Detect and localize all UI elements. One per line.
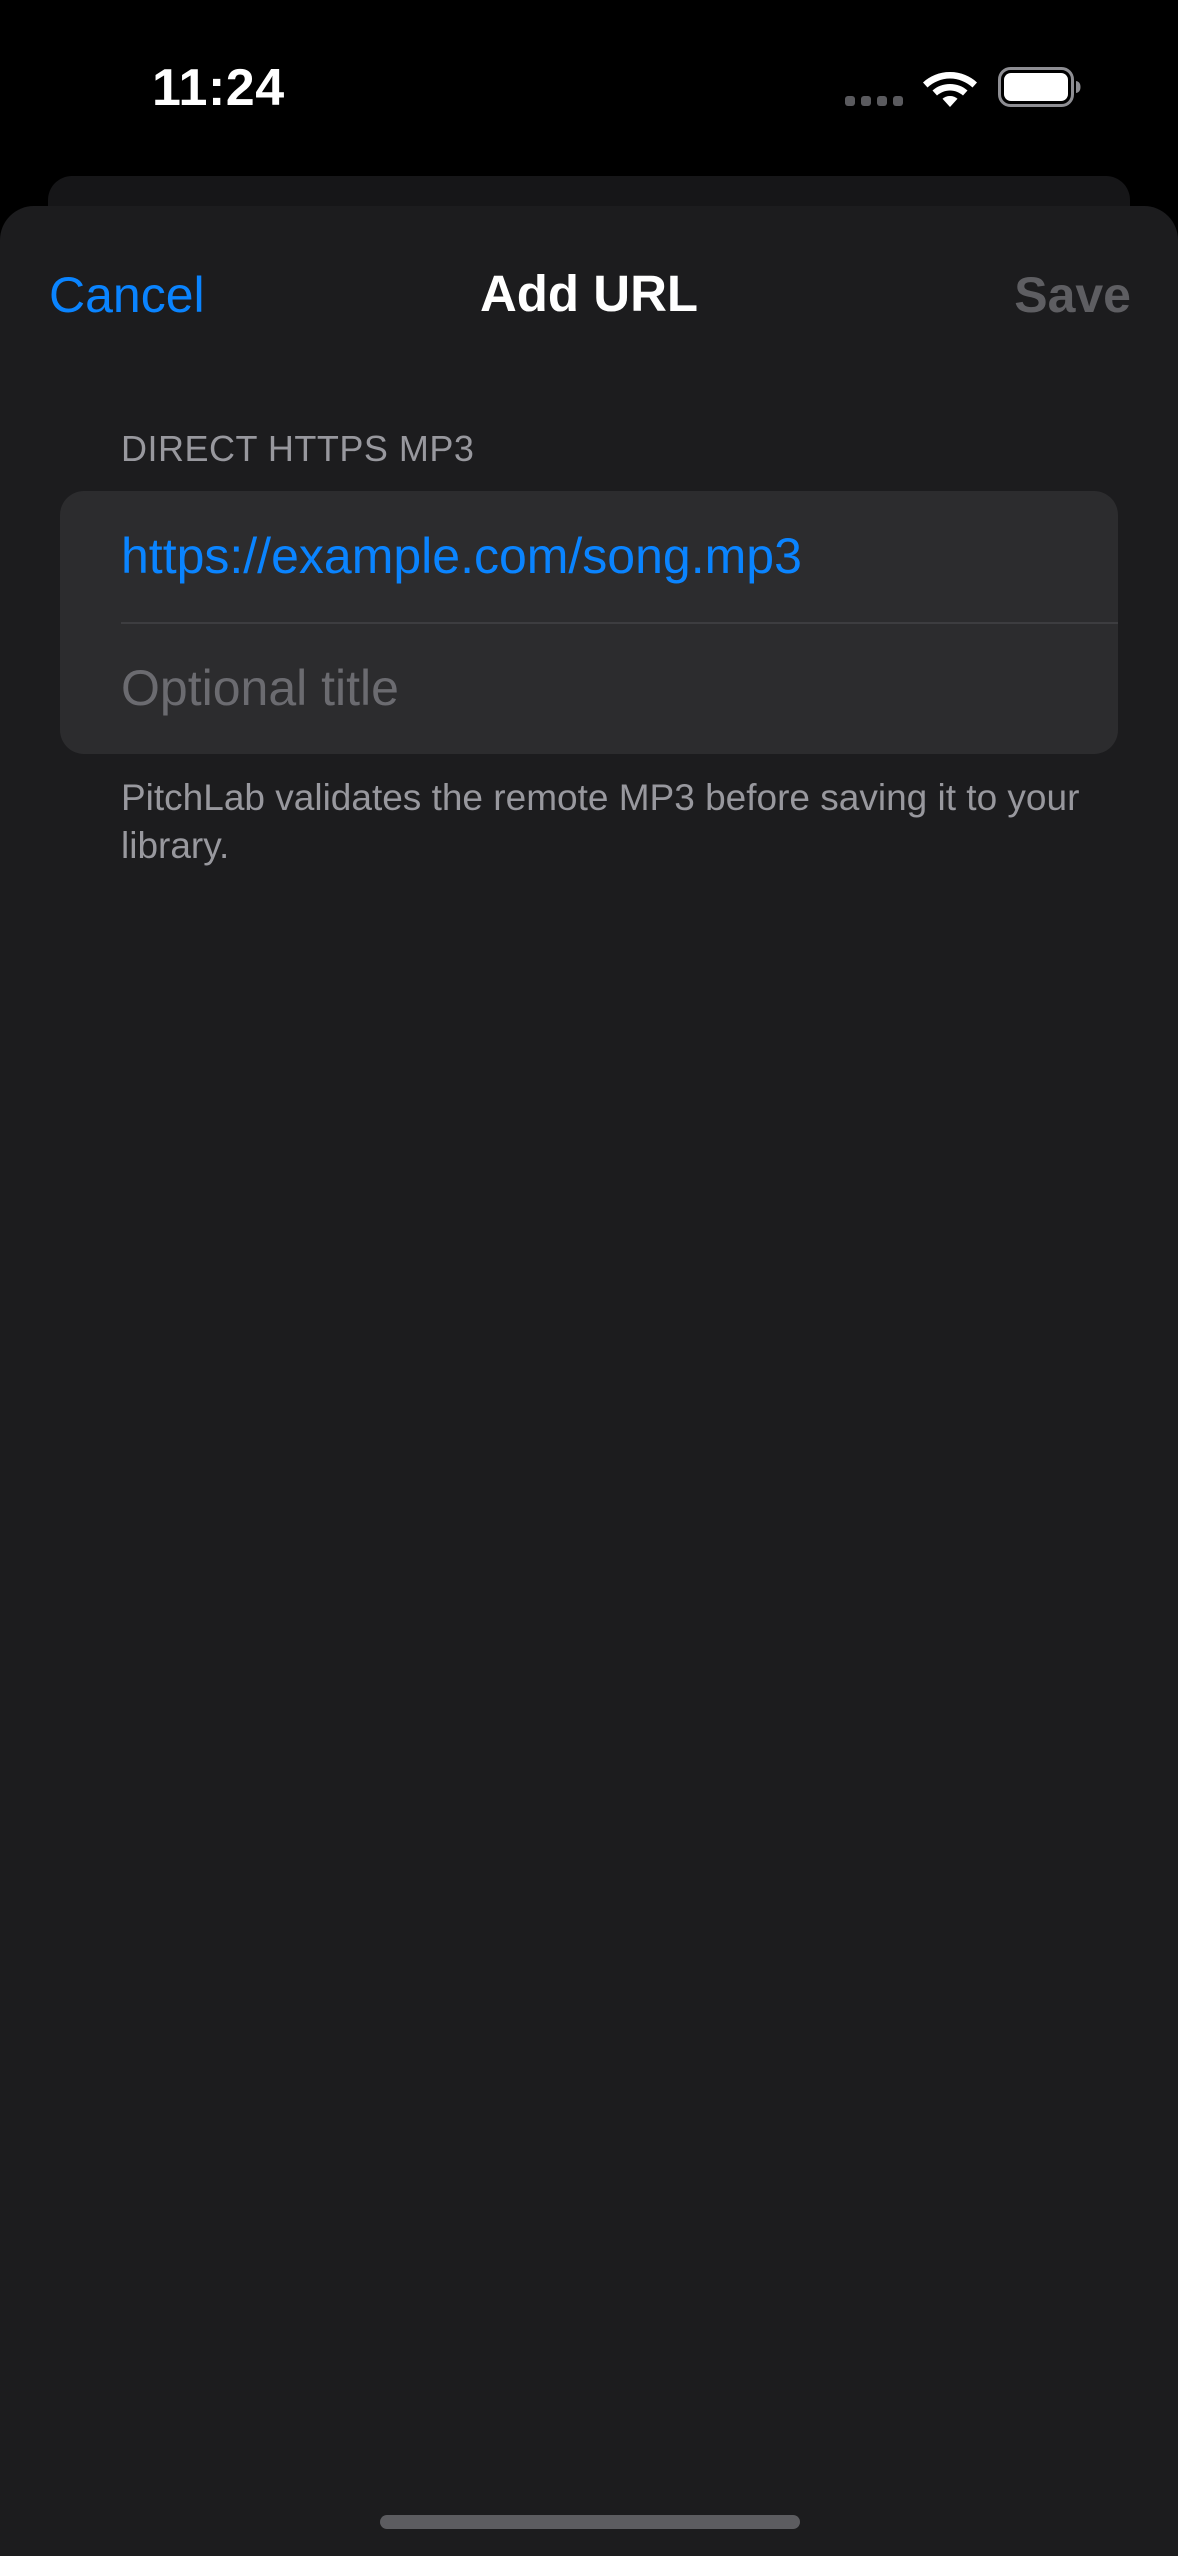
title-input[interactable] xyxy=(121,623,1101,753)
section-footer: PitchLab validates the remote MP3 before… xyxy=(121,777,1080,866)
home-indicator[interactable] xyxy=(380,2515,800,2529)
status-bar: 11:24 xyxy=(0,0,1178,170)
cancel-button[interactable]: Cancel xyxy=(49,266,205,324)
save-button[interactable]: Save xyxy=(1014,266,1131,324)
cellular-signal-icon xyxy=(845,96,905,106)
status-time: 11:24 xyxy=(152,59,285,117)
section-header: DIRECT HTTPS MP3 xyxy=(121,428,475,469)
screen: 11:24 Add URL Cancel Save DIRECT HTTPS M… xyxy=(0,0,1178,2556)
battery-icon xyxy=(998,67,1081,107)
url-form-group xyxy=(60,491,1118,754)
url-input[interactable] xyxy=(121,491,1101,621)
wifi-icon xyxy=(923,72,977,107)
add-url-sheet: Add URL Cancel Save DIRECT HTTPS MP3 Pit… xyxy=(0,206,1178,2556)
